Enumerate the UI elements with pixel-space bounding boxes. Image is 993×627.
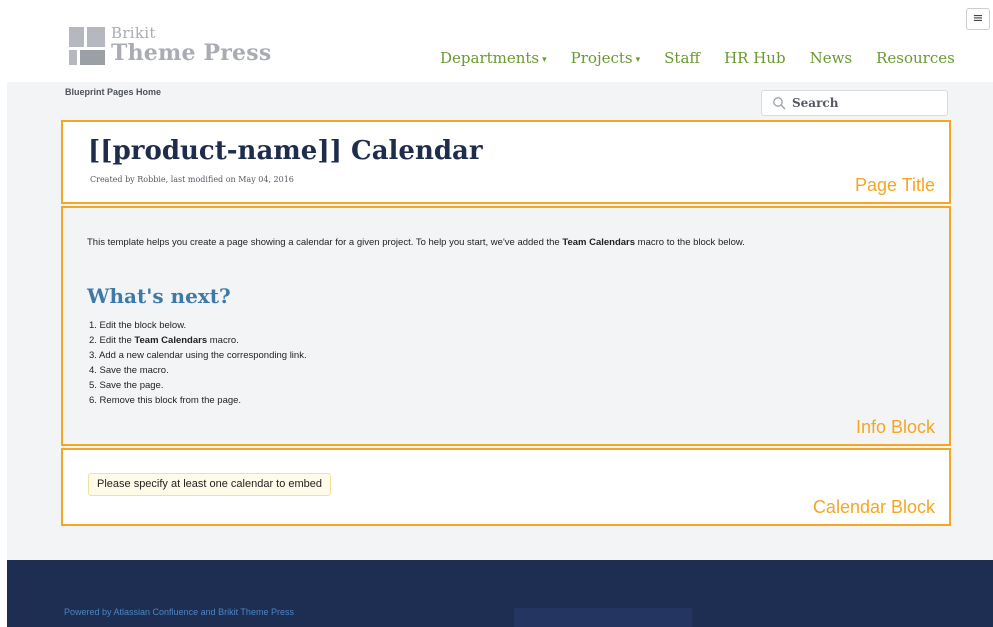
calendar-embed-warning: Please specify at least one calendar to … bbox=[88, 473, 332, 496]
footer-strip bbox=[514, 608, 692, 627]
nav-item-departments[interactable]: Departments ▾ bbox=[440, 49, 547, 67]
nav-item-staff[interactable]: Staff bbox=[664, 49, 700, 67]
logo-line-1: Brikit bbox=[111, 24, 156, 42]
footer-powered-by-link[interactable]: Powered by Atlassian Confluence and Brik… bbox=[64, 607, 294, 617]
nav-item-label: Resources bbox=[876, 49, 955, 67]
whats-next-heading: What's next? bbox=[87, 284, 231, 308]
page-footer: Powered by Atlassian Confluence and Brik… bbox=[7, 560, 993, 627]
list-item: 1. Edit the block below. bbox=[89, 320, 187, 331]
list-item: 4. Save the macro. bbox=[89, 365, 169, 376]
info-intro-text: This template helps you create a page sh… bbox=[87, 237, 745, 248]
steps-list: 1. Edit the block below. 2. Edit the Tea… bbox=[89, 318, 307, 408]
search-icon bbox=[773, 97, 786, 110]
nav-item-news[interactable]: News bbox=[810, 49, 853, 67]
nav-item-label: News bbox=[809, 49, 853, 67]
logo-mark-icon bbox=[69, 27, 105, 65]
block-label-info-block: Info Block bbox=[855, 417, 935, 437]
nav-item-label: Departments bbox=[440, 49, 540, 67]
info-block: This template helps you create a page sh… bbox=[61, 206, 951, 446]
macro-name: Team Calendars bbox=[562, 237, 636, 248]
logo-line-2: Theme Press bbox=[111, 40, 272, 66]
block-label-page-title: Page Title bbox=[854, 175, 935, 195]
list-item: 3. Add a new calendar using the correspo… bbox=[89, 350, 307, 361]
logo-text: Brikit Theme Press bbox=[111, 25, 271, 65]
breadcrumb-link[interactable]: Blueprint Pages Home bbox=[65, 87, 161, 97]
calendar-block: Please specify at least one calendar to … bbox=[61, 448, 951, 526]
chevron-down-icon: ▾ bbox=[635, 55, 641, 65]
main-navigation: Departments ▾ Projects ▾ Staff HR Hub News… bbox=[440, 49, 979, 67]
chevron-down-icon: ▾ bbox=[542, 55, 547, 65]
nav-item-resources[interactable]: Resources bbox=[876, 49, 955, 67]
list-item: 6. Remove this block from the page. bbox=[89, 395, 242, 406]
search-input[interactable]: Search bbox=[761, 90, 948, 116]
list-item: 5. Save the page. bbox=[89, 380, 164, 391]
search-label: Search bbox=[792, 96, 839, 110]
block-label-calendar-block: Calendar Block bbox=[812, 497, 935, 517]
nav-item-hr-hub[interactable]: HR Hub bbox=[724, 49, 786, 67]
list-item: 2. Edit the Team Calendars macro. bbox=[89, 335, 239, 346]
nav-item-projects[interactable]: Projects ▾ bbox=[571, 49, 640, 67]
nav-item-label: Projects bbox=[570, 49, 633, 67]
nav-item-label: HR Hub bbox=[724, 49, 786, 67]
nav-item-label: Staff bbox=[664, 49, 701, 67]
hamburger-menu-icon: ≡ bbox=[972, 11, 984, 26]
page-title-block: [[product-name]] Calendar Created by Rob… bbox=[61, 120, 951, 204]
page-title: [[product-name]] Calendar bbox=[88, 136, 483, 166]
page-byline: Created by Robbie, last modified on May … bbox=[90, 175, 294, 184]
menu-toggle-button[interactable]: ≡ bbox=[966, 8, 990, 30]
